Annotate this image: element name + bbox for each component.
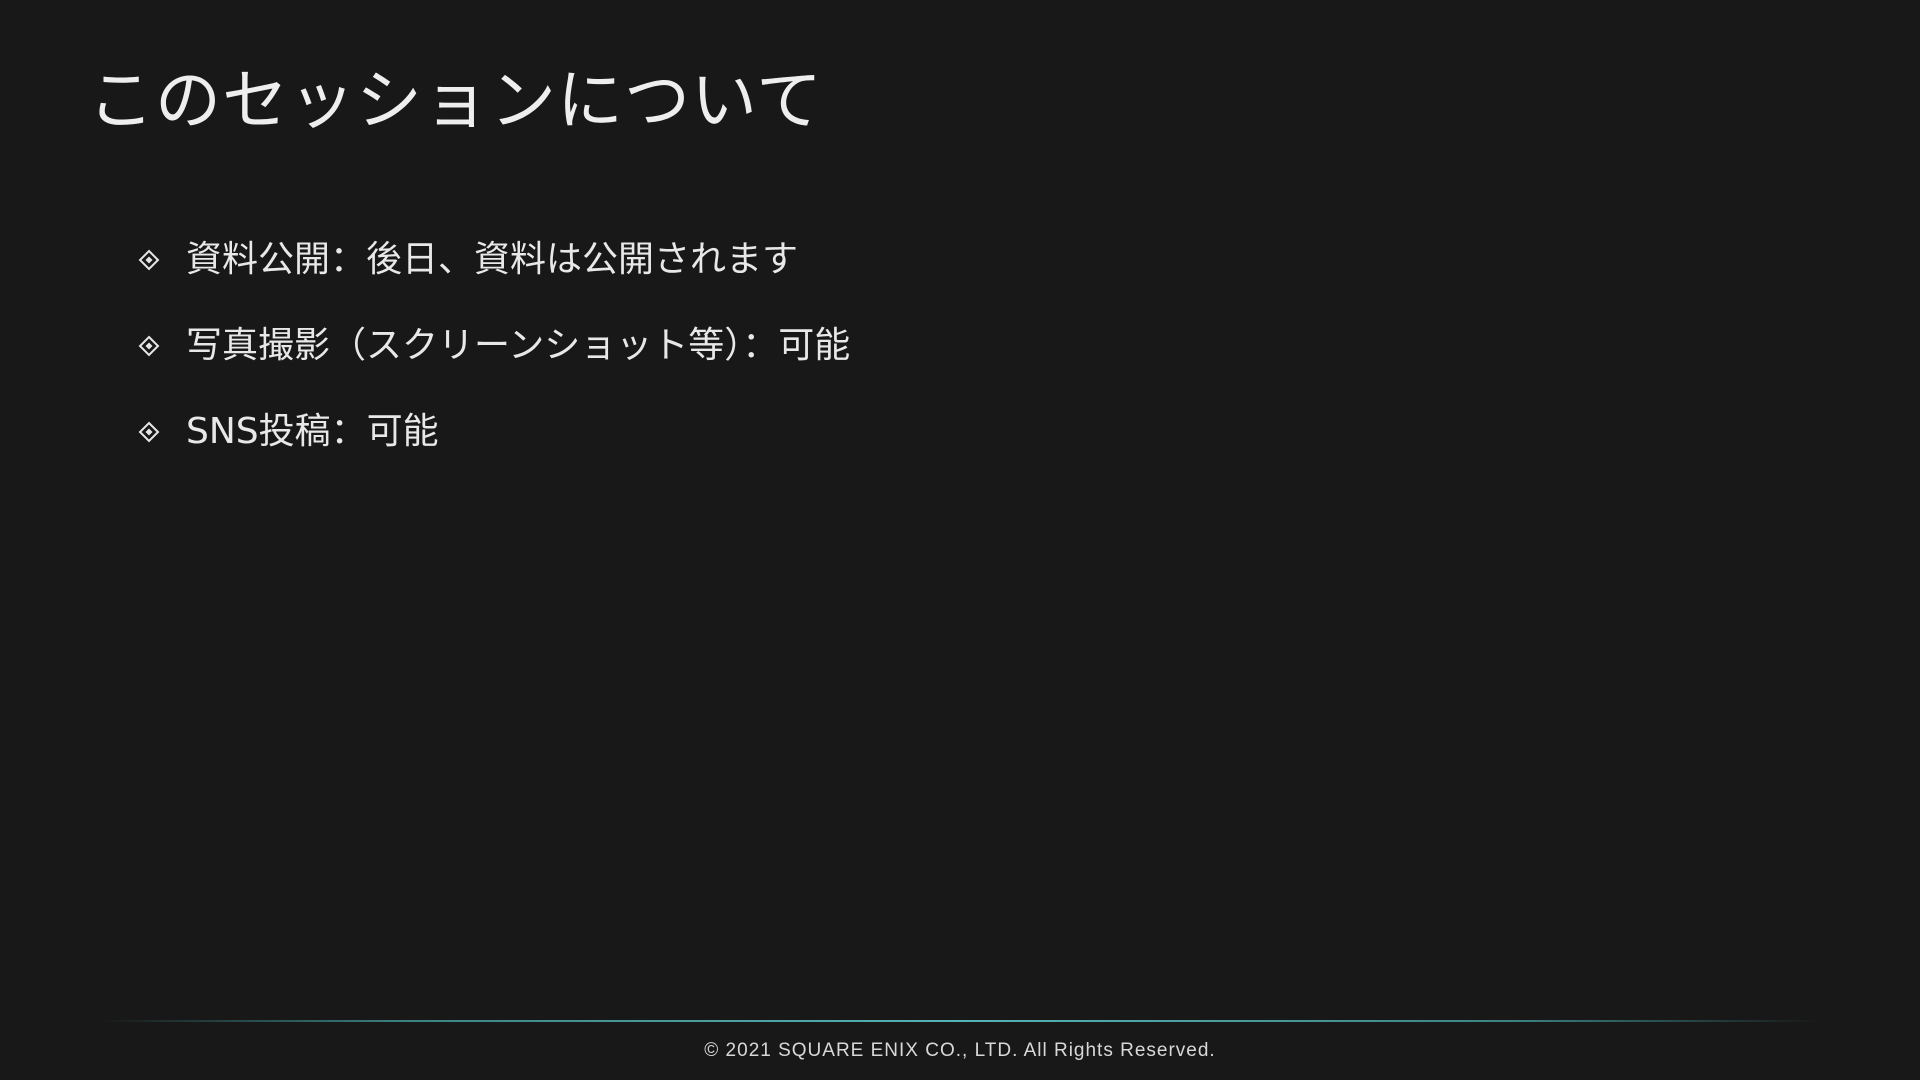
bullet-item-materials: 資料公開：後日、資料は公開されます	[138, 232, 850, 288]
footer-divider	[100, 1020, 1820, 1022]
bullet-item-photography: 写真撮影（スクリーンショット等）：可能	[138, 318, 850, 374]
diamond-bullet-icon	[138, 421, 160, 443]
bullet-text: 写真撮影（スクリーンショット等）：可能	[186, 325, 851, 366]
bullet-list: 資料公開：後日、資料は公開されます 写真撮影（スクリーンショット等）：可能 SN…	[138, 232, 850, 490]
bullet-item-sns: SNS投稿：可能	[138, 404, 850, 460]
bullet-text: 資料公開：後日、資料は公開されます	[186, 239, 799, 280]
copyright-notice: © 2021 SQUARE ENIX CO., LTD. All Rights …	[704, 1040, 1216, 1061]
diamond-bullet-icon	[138, 249, 160, 271]
bullet-text: SNS投稿：可能	[186, 411, 439, 452]
diamond-bullet-icon	[138, 335, 160, 357]
presentation-slide: このセッションについて 資料公開：後日、資料は公開されます 写真撮影（スクリーン…	[0, 0, 1920, 1080]
slide-title: このセッションについて	[88, 62, 824, 139]
